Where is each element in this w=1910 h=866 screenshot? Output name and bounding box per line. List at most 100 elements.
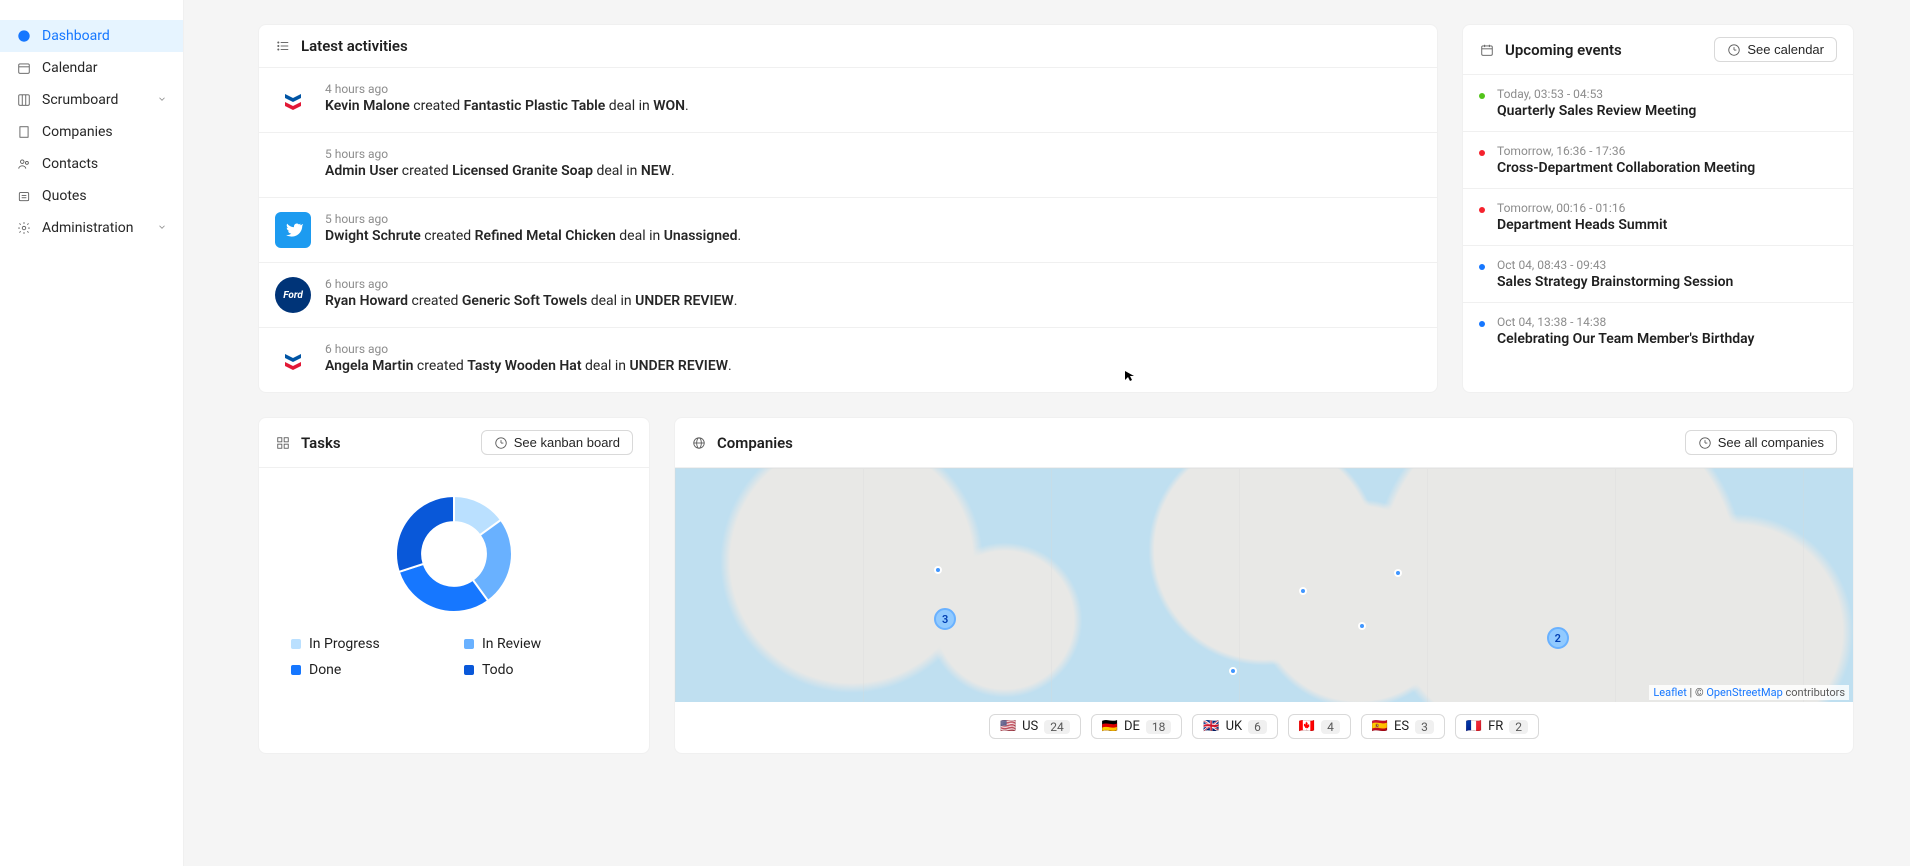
country-count: 2 xyxy=(1509,720,1528,734)
country-code: DE xyxy=(1124,719,1140,734)
nav-label: Companies xyxy=(42,124,113,140)
donut-slice-done[interactable] xyxy=(399,564,488,612)
map-marker[interactable] xyxy=(1229,667,1237,675)
event-title: Quarterly Sales Review Meeting xyxy=(1497,103,1696,119)
apple-logo xyxy=(275,147,311,183)
country-code: ES xyxy=(1394,719,1409,734)
activity-text: Kevin Malone created Fantastic Plastic T… xyxy=(325,98,1421,114)
activity-time: 4 hours ago xyxy=(325,82,1421,96)
setting-icon xyxy=(16,220,32,236)
flag-icon: 🇬🇧 xyxy=(1203,719,1219,734)
activity-time: 5 hours ago xyxy=(325,147,1421,161)
country-pill-es[interactable]: 🇪🇸 ES 3 xyxy=(1361,714,1445,739)
flag-icon: 🇪🇸 xyxy=(1372,719,1388,734)
container-icon xyxy=(16,188,32,204)
map-attribution: Leaflet | © OpenStreetMap contributors xyxy=(1649,685,1849,700)
activity-item[interactable]: 4 hours ago Kevin Malone created Fantast… xyxy=(259,68,1437,133)
country-pill-fr[interactable]: 🇫🇷FR2 xyxy=(1455,714,1539,739)
country-count: 4 xyxy=(1321,720,1340,734)
nav-label: Quotes xyxy=(42,188,87,204)
event-time: Tomorrow, 00:16 - 01:16 xyxy=(1497,201,1667,215)
activity-text: Angela Martin created Tasty Wooden Hat d… xyxy=(325,358,1421,374)
nav-label: Calendar xyxy=(42,60,98,76)
nav-label: Administration xyxy=(42,220,133,236)
osm-link[interactable]: OpenStreetMap xyxy=(1706,686,1782,699)
activity-item[interactable]: 5 hours ago Admin User created Licensed … xyxy=(259,133,1437,198)
chevron-logo xyxy=(275,342,311,378)
chevron-logo xyxy=(275,82,311,118)
flag-icon: 🇨🇦 xyxy=(1299,719,1315,734)
leaflet-link[interactable]: Leaflet xyxy=(1653,686,1686,699)
see-all-companies-button[interactable]: See all companies xyxy=(1685,430,1837,455)
legend-item: Done xyxy=(291,662,444,678)
event-title: Celebrating Our Team Member's Birthday xyxy=(1497,331,1755,347)
event-dot xyxy=(1479,150,1485,156)
country-pill-us[interactable]: 🇺🇸US24 xyxy=(989,714,1081,739)
tasks-card: Tasks See kanban board In ProgressIn Rev… xyxy=(258,417,650,754)
board-icon xyxy=(16,92,32,108)
event-time: Oct 04, 13:38 - 14:38 xyxy=(1497,315,1755,329)
see-kanban-button[interactable]: See kanban board xyxy=(481,430,633,455)
event-dot xyxy=(1479,207,1485,213)
see-all-companies-label: See all companies xyxy=(1718,435,1824,450)
activity-item[interactable]: Ford 6 hours ago Ryan Howard created Gen… xyxy=(259,263,1437,328)
companies-map[interactable]: 32 Leaflet | © OpenStreetMap contributor… xyxy=(675,468,1853,702)
activities-card: Latest activities 4 hours ago Kevin Malo… xyxy=(258,24,1438,393)
tasks-donut-chart xyxy=(279,488,629,636)
nav-item-dashboard[interactable]: Dashboard xyxy=(0,20,183,52)
event-dot xyxy=(1479,93,1485,99)
map-marker[interactable] xyxy=(1394,569,1402,577)
country-code: UK xyxy=(1226,719,1243,734)
event-time: Tomorrow, 16:36 - 17:36 xyxy=(1497,144,1755,158)
event-dot xyxy=(1479,264,1485,270)
country-pill-uk[interactable]: 🇬🇧UK6 xyxy=(1192,714,1278,739)
nav-item-calendar[interactable]: Calendar xyxy=(0,52,183,84)
flag-icon: 🇫🇷 xyxy=(1466,719,1482,734)
nav-item-companies[interactable]: Companies xyxy=(0,116,183,148)
companies-title: Companies xyxy=(717,434,793,452)
nav-label: Dashboard xyxy=(42,28,110,44)
sidebar: Dashboard Calendar Scrumboard Companies … xyxy=(0,0,184,866)
nav-item-scrumboard[interactable]: Scrumboard xyxy=(0,84,183,116)
country-count: 3 xyxy=(1415,720,1434,734)
chevron-down-icon xyxy=(157,220,167,236)
legend-item: Todo xyxy=(464,662,617,678)
legend-swatch xyxy=(464,665,474,675)
country-pill-de[interactable]: 🇩🇪 DE 18 xyxy=(1091,714,1183,739)
activity-text: Ryan Howard created Generic Soft Towels … xyxy=(325,293,1421,309)
flag-icon: 🇺🇸 xyxy=(1000,719,1016,734)
flag-icon: 🇩🇪 xyxy=(1102,719,1118,734)
country-count: 18 xyxy=(1146,720,1172,734)
nav-item-contacts[interactable]: Contacts xyxy=(0,148,183,180)
list-icon xyxy=(275,38,291,54)
event-item[interactable]: Tomorrow, 16:36 - 17:36 Cross-Department… xyxy=(1463,132,1853,189)
nav-item-quotes[interactable]: Quotes xyxy=(0,180,183,212)
nav-label: Scrumboard xyxy=(42,92,118,108)
country-pill-xx[interactable]: 🇨🇦 4 xyxy=(1288,714,1351,739)
legend-label: Todo xyxy=(482,662,514,678)
chevron-down-icon xyxy=(157,92,167,108)
nav-item-administration[interactable]: Administration xyxy=(0,212,183,244)
see-calendar-button[interactable]: See calendar xyxy=(1714,37,1837,62)
activity-item[interactable]: 6 hours ago Angela Martin created Tasty … xyxy=(259,328,1437,392)
event-item[interactable]: Today, 03:53 - 04:53 Quarterly Sales Rev… xyxy=(1463,75,1853,132)
activity-item[interactable]: 5 hours ago Dwight Schrute created Refin… xyxy=(259,198,1437,263)
legend-item: In Review xyxy=(464,636,617,652)
legend-label: Done xyxy=(309,662,341,678)
legend-swatch xyxy=(291,665,301,675)
legend-swatch xyxy=(291,639,301,649)
event-item[interactable]: Tomorrow, 00:16 - 01:16 Department Heads… xyxy=(1463,189,1853,246)
calendar-icon xyxy=(16,60,32,76)
ford-logo: Ford xyxy=(275,277,311,313)
event-dot xyxy=(1479,321,1485,327)
companies-card: Companies See all companies 32 Leaflet |… xyxy=(674,417,1854,754)
globe-icon xyxy=(691,435,707,451)
donut-slice-todo[interactable] xyxy=(396,496,454,572)
event-item[interactable]: Oct 04, 08:43 - 09:43 Sales Strategy Bra… xyxy=(1463,246,1853,303)
activities-title: Latest activities xyxy=(301,37,408,55)
event-item[interactable]: Oct 04, 13:38 - 14:38 Celebrating Our Te… xyxy=(1463,303,1853,359)
map-cluster[interactable]: 2 xyxy=(1547,627,1569,649)
twitter-logo xyxy=(275,212,311,248)
activity-time: 6 hours ago xyxy=(325,342,1421,356)
see-kanban-label: See kanban board xyxy=(514,435,620,450)
